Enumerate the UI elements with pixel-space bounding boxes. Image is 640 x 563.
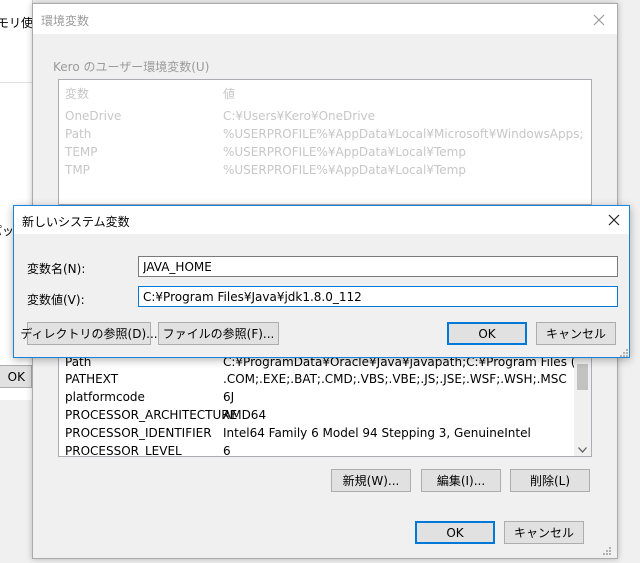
resize-grip-icon[interactable] — [602, 545, 612, 559]
var-name: platformcode — [65, 390, 145, 404]
var-value: %USERPROFILE%¥AppData¥Local¥Temp — [223, 163, 466, 177]
list-item[interactable]: OneDrive C:¥Users¥Kero¥OneDrive — [59, 108, 589, 125]
list-item[interactable]: TEMP %USERPROFILE%¥AppData¥Local¥Temp — [59, 144, 589, 161]
var-name-input[interactable] — [138, 256, 618, 277]
new-var-dialog: 新しいシステム変数 変数名(N): 変数値(V): ディレクトリの参照(D)..… — [13, 205, 630, 358]
new-button[interactable]: 新規(W)... — [331, 469, 411, 492]
header-name: 変数 — [65, 87, 90, 101]
var-value: %USERPROFILE%¥AppData¥Local¥Temp — [223, 145, 466, 159]
cancel-button[interactable]: キャンセル — [504, 521, 584, 544]
new-var-cancel-button[interactable]: キャンセル — [536, 322, 616, 345]
close-icon[interactable] — [589, 10, 609, 30]
background-label-pagefile: パッ — [0, 224, 14, 238]
ok-button[interactable]: OK — [415, 521, 495, 544]
var-name: TMP — [65, 163, 90, 177]
var-name: PROCESSOR_ARCHITECTURE — [65, 408, 238, 422]
resize-grip-icon[interactable] — [619, 347, 629, 361]
var-name: PROCESSOR_LEVEL — [65, 444, 182, 457]
var-value: .COM;.EXE;.BAT;.CMD;.VBS;.VBE;.JS;.JSE;.… — [223, 372, 567, 386]
var-name: PROCESSOR_IDENTIFIER — [65, 426, 212, 440]
edit-button[interactable]: 編集(I)... — [421, 469, 501, 492]
browse-file-button[interactable]: ファイルの参照(F)... — [158, 322, 279, 345]
scrollbar-thumb[interactable] — [577, 364, 588, 390]
system-vars-list[interactable]: Path C:¥ProgramData¥Oracle¥Java¥javapath… — [58, 349, 592, 457]
header-value: 値 — [223, 87, 236, 101]
var-name-label: 変数名(N): — [27, 262, 86, 276]
var-name: Path — [65, 127, 92, 141]
var-value: AMD64 — [223, 408, 267, 422]
list-item[interactable]: PROCESSOR_LEVEL 6 — [59, 443, 571, 457]
new-var-dialog-titlebar: 新しいシステム変数 — [14, 206, 629, 234]
var-value-input[interactable] — [138, 286, 618, 307]
var-value: C:¥Users¥Kero¥OneDrive — [223, 109, 376, 123]
var-value: 6J — [223, 390, 235, 404]
list-item[interactable]: PROCESSOR_IDENTIFIER Intel64 Family 6 Mo… — [59, 425, 571, 442]
var-value-label: 変数値(V): — [27, 293, 85, 307]
var-value: Intel64 Family 6 Model 94 Stepping 3, Ge… — [223, 426, 531, 440]
user-vars-group-label: Kero のユーザー環境変数(U) — [53, 60, 210, 74]
var-value: 6 — [223, 444, 231, 457]
user-vars-header: 変数 値 — [59, 86, 589, 103]
list-item[interactable]: TMP %USERPROFILE%¥AppData¥Local¥Temp — [59, 162, 589, 179]
background-ok-button[interactable]: OK — [0, 365, 32, 388]
var-name: PATHEXT — [65, 372, 119, 386]
list-item[interactable]: PATHEXT .COM;.EXE;.BAT;.CMD;.VBS;.VBE;.J… — [59, 371, 571, 388]
var-name: TEMP — [65, 145, 98, 159]
background-separator — [0, 82, 33, 83]
list-item[interactable]: platformcode 6J — [59, 389, 571, 406]
new-var-dialog-title: 新しいシステム変数 — [22, 215, 130, 229]
delete-button[interactable]: 削除(L) — [510, 469, 590, 492]
system-vars-scrollbar[interactable] — [574, 350, 591, 456]
background-label-memory: メモリ使 — [0, 16, 33, 30]
var-value: %USERPROFILE%¥AppData¥Local¥Microsoft¥Wi… — [223, 127, 584, 141]
user-vars-list[interactable]: 変数 値 OneDrive C:¥Users¥Kero¥OneDrive Pat… — [58, 79, 592, 205]
new-var-ok-button[interactable]: OK — [447, 322, 527, 345]
browse-directory-button[interactable]: ディレクトリの参照(D)... — [20, 322, 158, 345]
var-name: OneDrive — [65, 109, 122, 123]
env-dialog-title: 環境変数 — [41, 14, 90, 28]
list-item[interactable]: Path %USERPROFILE%¥AppData¥Local¥Microso… — [59, 126, 589, 143]
close-icon[interactable] — [604, 210, 624, 230]
chevron-down-icon[interactable] — [578, 442, 587, 456]
env-dialog-titlebar: 環境変数 — [33, 4, 617, 34]
list-item[interactable]: PROCESSOR_ARCHITECTURE AMD64 — [59, 407, 571, 424]
